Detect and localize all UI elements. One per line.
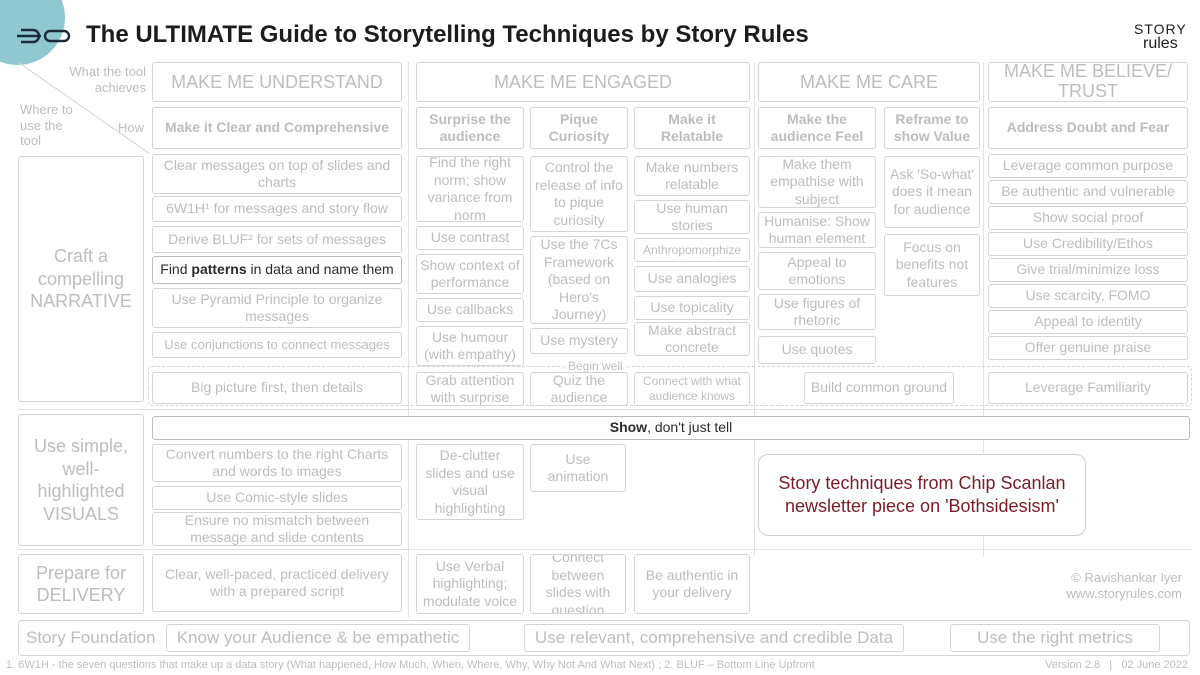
cell-release-info: Control the release of info to pique cur…: [530, 156, 628, 232]
cell-patterns: Find patterns in data and name them: [152, 256, 402, 284]
cell-connect-knows: Connect with what audience knows: [634, 372, 750, 406]
row-foundation: Story Foundation: [26, 628, 156, 647]
col-understand: MAKE ME UNDERSTAND: [152, 62, 402, 102]
cell-scarcity: Use scarcity, FOMO: [988, 284, 1188, 308]
sub-relatable: Make it Relatable: [634, 107, 750, 149]
cell-big-picture: Big picture first, then details: [152, 372, 402, 404]
brand-top: STORY: [1134, 21, 1187, 37]
cell-analogies: Use analogies: [634, 266, 750, 292]
cell-credibility: Use Credibility/Ethos: [988, 232, 1188, 256]
cell-so-what: Ask 'So-what' does it mean for audience: [884, 156, 980, 228]
cell-numbers-relatable: Make numbers relatable: [634, 156, 750, 196]
cell-context: Show context of performance: [416, 254, 524, 294]
row-delivery: Prepare for DELIVERY: [18, 554, 144, 614]
cell-know-audience: Know your Audience & be empathetic: [166, 624, 470, 652]
cell-quiz: Quiz the audience: [530, 372, 628, 406]
corner-diagonal: [18, 62, 150, 154]
footnote: 1. 6W1H - the seven questions that make …: [6, 659, 815, 671]
cell-comic: Use Comic-style slides: [152, 486, 402, 510]
version: Version 2.8 | 02 June 2022: [1045, 659, 1188, 671]
cell-declutter: De-clutter slides and use visual highlig…: [416, 444, 524, 520]
sub-doubt: Address Doubt and Fear: [988, 107, 1188, 149]
col-believe: MAKE ME BELIEVE/ TRUST: [988, 62, 1188, 102]
page-title: The ULTIMATE Guide to Storytelling Techn…: [86, 21, 809, 48]
cell-authentic-delivery: Be authentic in your delivery: [634, 554, 750, 614]
cell-authentic: Be authentic and vulnerable: [988, 180, 1188, 204]
cell-right-metrics: Use the right metrics: [950, 624, 1160, 652]
cell-conjunctions: Use conjunctions to connect messages: [152, 332, 402, 358]
cell-contrast: Use contrast: [416, 226, 524, 250]
sub-reframe: Reframe to show Value: [884, 107, 980, 149]
cell-rhetoric: Use figures of rhetoric: [758, 294, 876, 330]
cell-clear-messages: Clear messages on top of slides and char…: [152, 154, 402, 194]
cell-show-dont-tell: Show, don't just tell: [152, 416, 1190, 440]
col-divider-2: [754, 62, 755, 557]
cell-humanise: Humanise: Show human element: [758, 212, 876, 248]
cell-mystery: Use mystery: [530, 328, 628, 354]
cell-pyramid: Use Pyramid Principle to organize messag…: [152, 288, 402, 328]
cell-familiarity: Leverage Familiarity: [988, 372, 1188, 404]
sub-curiosity: Pique Curiosity: [530, 107, 628, 149]
cell-anthropomorphize: Anthropomorphize: [634, 238, 750, 262]
col-care: MAKE ME CARE: [758, 62, 980, 102]
begin-well-label: Begin well: [566, 359, 625, 373]
cell-6w1h: 6W1H¹ for messages and story flow: [152, 196, 402, 222]
credit-author: © Ravishankar Iyer: [1071, 570, 1182, 585]
brand-bottom: rules: [1143, 35, 1178, 52]
cell-clear-delivery: Clear, well-paced, practiced delivery wi…: [152, 554, 402, 612]
cell-quotes: Use quotes: [758, 336, 876, 364]
sub-surprise: Surprise the audience: [416, 107, 524, 149]
col-divider-1: [408, 62, 409, 617]
cell-common-ground: Build common ground: [804, 372, 954, 404]
cell-empathise: Make them empathise with subject: [758, 156, 876, 208]
cell-humour: Use humour (with empathy): [416, 326, 524, 366]
cell-norm: Find the right norm; show variance from …: [416, 156, 524, 222]
credit-website: www.storyrules.com: [1066, 586, 1182, 601]
cell-common-purpose: Leverage common purpose: [988, 154, 1188, 178]
cell-7cs: Use the 7Cs Framework (based on Hero's J…: [530, 236, 628, 324]
cell-human-stories: Use human stories: [634, 200, 750, 234]
cell-abstract-concrete: Make abstract concrete: [634, 322, 750, 356]
cell-charts-images: Convert numbers to the right Charts and …: [152, 444, 402, 482]
cell-benefits: Focus on benefits not features: [884, 234, 980, 296]
cell-credible-data: Use relevant, comprehensive and credible…: [524, 624, 904, 652]
cell-praise: Offer genuine praise: [988, 336, 1188, 360]
cell-emotions: Appeal to emotions: [758, 252, 876, 290]
brand-logo: STORY rules: [1134, 22, 1187, 52]
sub-feel: Make the audience Feel: [758, 107, 876, 149]
row-visuals: Use simple, well-highlighted VISUALS: [18, 414, 144, 546]
row-divider-2: [18, 549, 1192, 550]
cell-mismatch: Ensure no mismatch between message and s…: [152, 512, 402, 546]
logo-icon: [17, 28, 71, 44]
cell-topicality: Use topicality: [634, 296, 750, 320]
cell-grab-attention: Grab attention with surprise: [416, 372, 524, 406]
cell-identity: Appeal to identity: [988, 310, 1188, 334]
cell-bluf: Derive BLUF² for sets of messages: [152, 226, 402, 253]
sub-clear: Make it Clear and Comprehensive: [152, 107, 402, 149]
row-narrative: Craft a compelling NARRATIVE: [18, 156, 144, 402]
cell-callbacks: Use callbacks: [416, 298, 524, 322]
cell-trial: Give trial/minimize loss: [988, 258, 1188, 282]
cell-animation: Use animation: [530, 444, 626, 492]
cell-social-proof: Show social proof: [988, 206, 1188, 230]
row-divider-1: [18, 409, 1192, 410]
col-engaged: MAKE ME ENGAGED: [416, 62, 750, 102]
cell-verbal-highlighting: Use Verbal highlighting; modulate voice: [416, 554, 524, 614]
cell-connect-slides: Connect between slides with question: [530, 554, 626, 614]
callout-chip-scanlan: Story techniques from Chip Scanlan newsl…: [758, 454, 1086, 536]
